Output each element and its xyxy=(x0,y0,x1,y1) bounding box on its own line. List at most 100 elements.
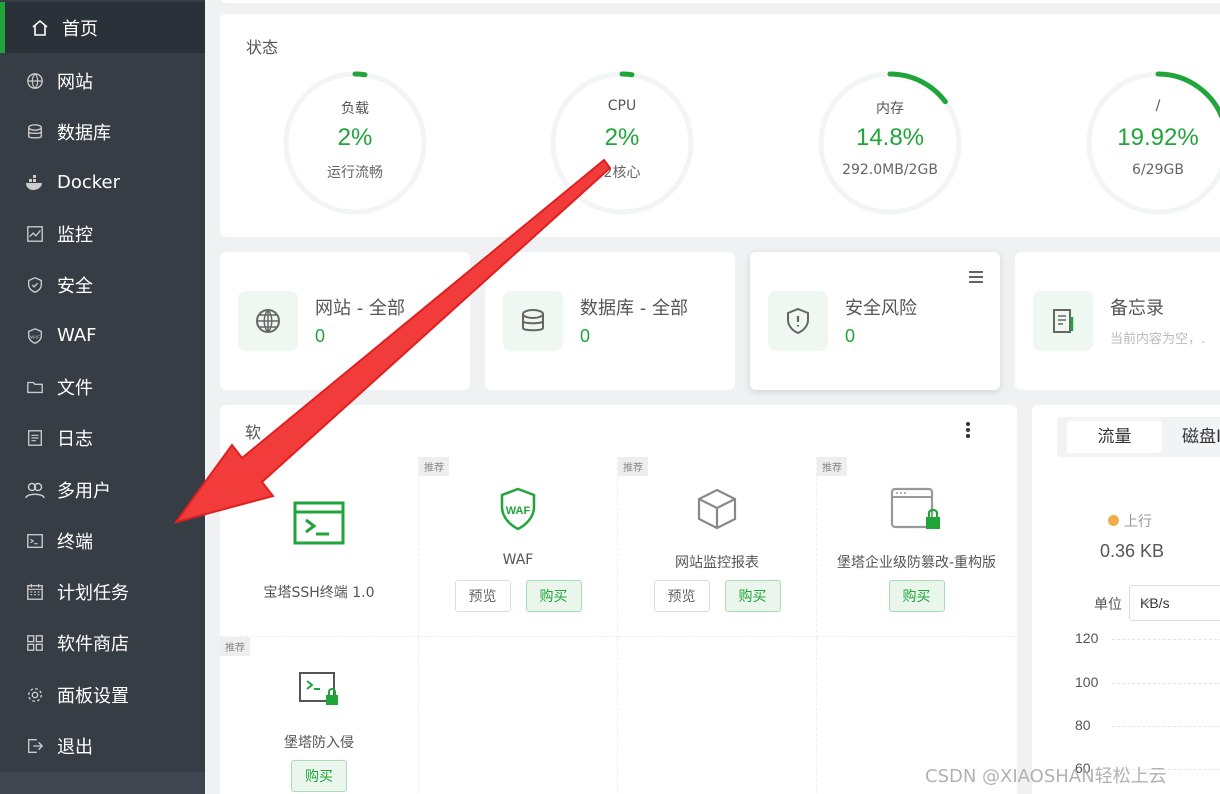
sidebar-item-label: 软件商店 xyxy=(57,633,129,655)
sidebar-item-logout[interactable]: 退出 xyxy=(0,720,205,771)
sidebar-item-users[interactable]: 多用户 xyxy=(0,464,205,515)
shield-alert-icon xyxy=(768,291,828,351)
overview-title: 备忘录 xyxy=(1110,298,1164,319)
memo-card[interactable]: 备忘录 当前内容为空，. xyxy=(1015,252,1220,390)
y-tick: 80 xyxy=(1075,717,1091,733)
tab-traffic[interactable]: 流量 xyxy=(1067,421,1162,453)
gauge-title: 负载 xyxy=(341,101,369,117)
sidebar-item-monitor[interactable]: 监控 xyxy=(0,208,205,259)
top-card-edge xyxy=(220,0,1220,3)
software-item-anti-tamper[interactable]: 推荐 堡塔企业级防篡改-重构版 购买 xyxy=(817,457,1016,637)
tab-disk-io[interactable]: 磁盘I xyxy=(1182,421,1220,453)
recommend-tag: 推荐 xyxy=(618,457,648,476)
gauge-value: 2% xyxy=(337,124,373,151)
sidebar-item-home[interactable]: 首页 xyxy=(0,2,205,53)
memory-gauge[interactable]: 内存 14.8% 292.0MB/2GB xyxy=(817,70,963,216)
sidebar: 首页 网站 数据库 Docker 监控 安全 WAF WAF 文件 日志 多用户… xyxy=(0,0,205,794)
preview-button[interactable]: 预览 xyxy=(454,580,511,612)
empty-cell xyxy=(618,637,817,794)
software-name: 堡塔企业级防篡改-重构版 xyxy=(836,555,997,571)
y-tick: 120 xyxy=(1075,630,1099,646)
buy-button[interactable]: 购买 xyxy=(291,760,347,792)
log-icon xyxy=(25,428,45,448)
sidebar-item-files[interactable]: 文件 xyxy=(0,361,205,412)
grid-icon xyxy=(25,633,45,653)
software-name: WAF xyxy=(502,552,534,568)
sidebar-item-label: 安全 xyxy=(57,275,93,297)
sidebar-item-security[interactable]: 安全 xyxy=(0,259,205,310)
gridline xyxy=(1112,639,1220,640)
chevron-down-icon xyxy=(1140,595,1220,611)
svg-text:WAF: WAF xyxy=(30,334,40,339)
load-gauge[interactable]: 负载 2% 运行流畅 xyxy=(282,70,428,216)
software-name: 网站监控报表 xyxy=(675,555,759,571)
software-item-ssh[interactable]: 宝塔SSH终端 1.0 xyxy=(220,457,419,637)
status-card: 状态 负载 2% 运行流畅 CPU 2% 2核心 内存 14.8% 292.0M… xyxy=(220,14,1220,237)
gridline xyxy=(1112,683,1220,684)
software-name: 堡塔防入侵 xyxy=(284,735,354,751)
gauge-title: CPU xyxy=(607,98,637,114)
logout-icon xyxy=(25,736,45,756)
software-item-anti-intrusion[interactable]: 推荐 堡塔防入侵 购买 xyxy=(220,637,419,794)
empty-cell xyxy=(419,637,618,794)
sidebar-item-database[interactable]: 数据库 xyxy=(0,106,205,157)
overview-title: 安全风险 xyxy=(845,298,917,319)
unit-label: 单位 xyxy=(1094,597,1122,613)
sidebar-item-label: 面板设置 xyxy=(57,685,129,707)
sidebar-item-cron[interactable]: 计划任务 xyxy=(0,566,205,617)
recommend-tag: 推荐 xyxy=(419,457,449,476)
security-risk-card[interactable]: 安全风险 0 xyxy=(750,252,1000,390)
gauge-title: / xyxy=(1155,98,1161,114)
menu-icon[interactable] xyxy=(968,270,984,288)
calendar-icon xyxy=(25,582,45,602)
sidebar-footer xyxy=(0,772,205,794)
gear-icon xyxy=(25,685,45,705)
globe-icon xyxy=(238,291,298,351)
gauge-value: 14.8% xyxy=(855,124,925,151)
overview-title: 数据库 - 全部 xyxy=(580,298,688,319)
overview-value: 0 xyxy=(845,326,856,346)
gauge-sub: 292.0MB/2GB xyxy=(842,162,938,178)
database-icon xyxy=(503,291,563,351)
status-title: 状态 xyxy=(246,38,279,57)
folder-icon xyxy=(25,377,45,397)
terminal-icon xyxy=(220,501,418,545)
upload-dot xyxy=(1108,515,1119,526)
sidebar-item-waf[interactable]: WAF WAF xyxy=(0,310,205,361)
database-icon xyxy=(25,122,45,142)
cpu-gauge[interactable]: CPU 2% 2核心 xyxy=(549,70,695,216)
docker-icon xyxy=(25,173,45,193)
sidebar-item-website[interactable]: 网站 xyxy=(0,55,205,106)
buy-button[interactable]: 购买 xyxy=(525,580,582,612)
globe-icon xyxy=(25,71,45,91)
sidebar-item-label: 监控 xyxy=(57,224,93,246)
home-icon xyxy=(30,18,50,38)
preview-button[interactable]: 预览 xyxy=(653,580,710,612)
website-overview-card[interactable]: 网站 - 全部 0 xyxy=(220,252,470,390)
sidebar-item-settings[interactable]: 面板设置 xyxy=(0,669,205,720)
sidebar-item-label: Docker xyxy=(57,172,121,193)
buy-button[interactable]: 购买 xyxy=(888,580,945,612)
gauge-title: 内存 xyxy=(876,101,904,117)
sidebar-item-store[interactable]: 软件商店 xyxy=(0,617,205,668)
users-icon xyxy=(25,480,45,500)
sidebar-item-logs[interactable]: 日志 xyxy=(0,412,205,463)
buy-button[interactable]: 购买 xyxy=(724,580,781,612)
sidebar-item-label: 文件 xyxy=(57,377,93,399)
database-overview-card[interactable]: 数据库 - 全部 0 xyxy=(485,252,735,390)
software-item-monitor-report[interactable]: 推荐 网站监控报表 预览 购买 xyxy=(618,457,817,637)
disk-gauge[interactable]: / 19.92% 6/29GB xyxy=(1085,70,1220,216)
recommend-tag: 推荐 xyxy=(220,637,250,656)
overview-title: 网站 - 全部 xyxy=(315,298,405,319)
more-vertical-icon[interactable] xyxy=(966,421,970,444)
sidebar-item-docker[interactable]: Docker xyxy=(0,157,205,208)
sidebar-item-terminal[interactable]: 终端 xyxy=(0,515,205,566)
gauge-sub: 6/29GB xyxy=(1132,162,1184,178)
sidebar-item-label: 数据库 xyxy=(57,122,111,144)
unit-select[interactable]: KB/s xyxy=(1129,585,1220,621)
software-item-waf[interactable]: 推荐 WAF WAF 预览 购买 xyxy=(419,457,618,637)
watermark: CSDN @XIAOSHAN轻松上云 xyxy=(925,766,1167,787)
monitor-icon xyxy=(25,224,45,244)
traffic-tabs: 流量 磁盘I xyxy=(1057,417,1220,457)
memo-preview: 当前内容为空，. xyxy=(1110,332,1206,347)
